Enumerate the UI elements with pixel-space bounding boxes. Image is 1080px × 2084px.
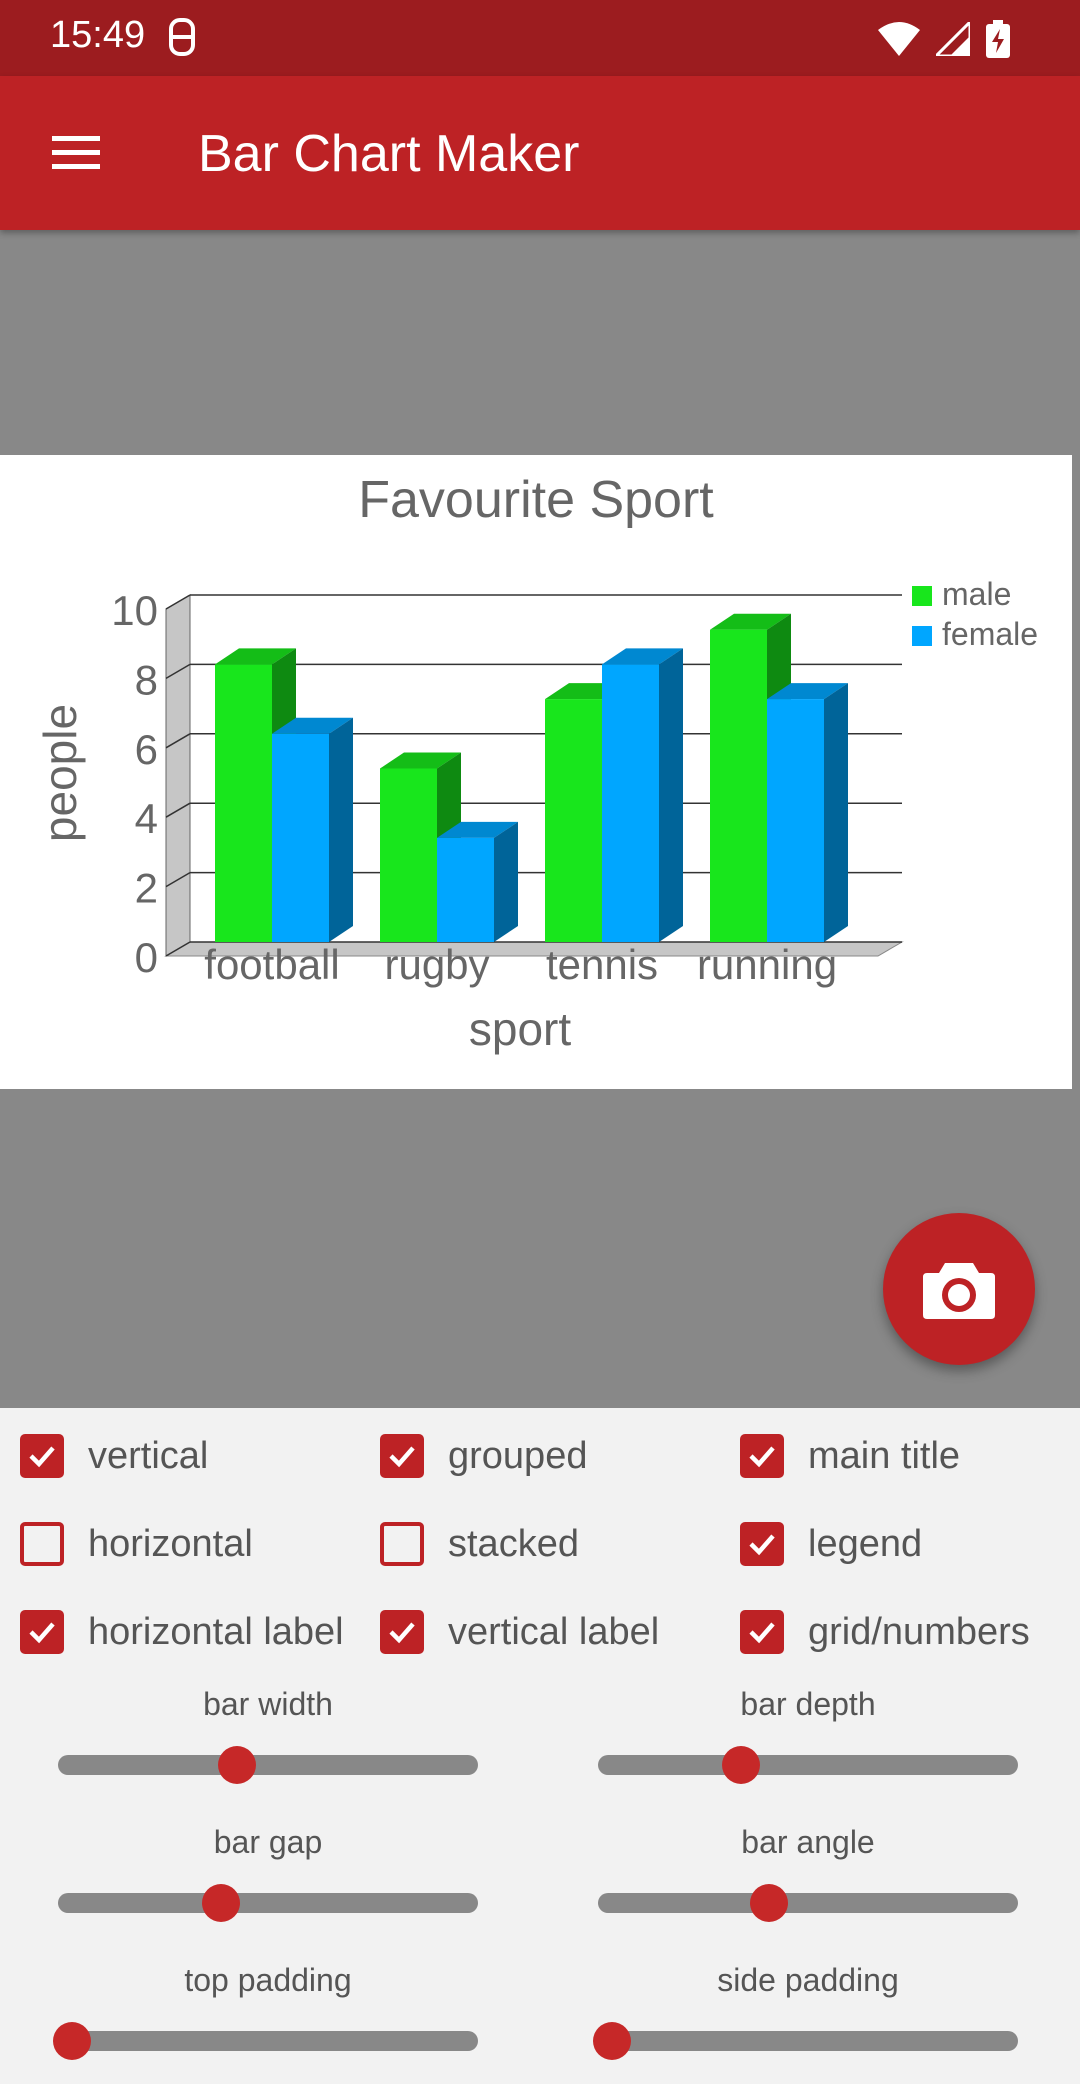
slider-bar-depth[interactable]: bar depth bbox=[598, 1686, 1018, 1796]
x-axis-label: sport bbox=[469, 1003, 571, 1055]
slider-top-padding[interactable]: top padding bbox=[53, 1962, 478, 2072]
bar-side bbox=[494, 821, 518, 942]
bar-front bbox=[602, 664, 659, 942]
checkbox-legend[interactable]: legend bbox=[740, 1512, 922, 1576]
slider-thumb[interactable] bbox=[53, 2022, 91, 2060]
slider-track[interactable] bbox=[598, 1755, 1018, 1775]
checkbox-horizontal-label[interactable]: horizontal label bbox=[20, 1600, 344, 1664]
checkbox-label: horizontal label bbox=[88, 1610, 344, 1653]
y-tick-label: 8 bbox=[135, 656, 158, 703]
slider-track[interactable] bbox=[598, 2031, 1018, 2051]
checkbox-label: stacked bbox=[448, 1522, 579, 1565]
bar-rugby-female bbox=[437, 821, 518, 942]
checkbox-checked-icon[interactable] bbox=[740, 1610, 784, 1654]
slider-track[interactable] bbox=[58, 1755, 478, 1775]
legend-label: female bbox=[942, 616, 1038, 652]
camera-button[interactable] bbox=[883, 1213, 1035, 1365]
legend-swatch bbox=[912, 586, 932, 606]
checkbox-stacked[interactable]: stacked bbox=[380, 1512, 579, 1576]
checkbox-checked-icon[interactable] bbox=[380, 1434, 424, 1478]
bar-front bbox=[272, 733, 329, 942]
slider-label: side padding bbox=[717, 1962, 899, 1998]
bar-running-female bbox=[767, 683, 848, 942]
slider-bar-angle[interactable]: bar angle bbox=[598, 1824, 1018, 1934]
status-bar: 15:49 bbox=[0, 0, 1080, 76]
chart-card: Favourite Sport 0 2 4 6 8 10 football rugby tenni… bbox=[0, 455, 1072, 1089]
checkbox-label: horizontal bbox=[88, 1522, 253, 1565]
slider-thumb[interactable] bbox=[201, 1884, 240, 1922]
chart-wall bbox=[165, 594, 191, 957]
x-tick-label: rugby bbox=[384, 941, 489, 988]
checkbox-label: legend bbox=[808, 1522, 923, 1565]
checkbox-horizontal[interactable]: horizontal bbox=[20, 1512, 253, 1576]
y-axis-label: people bbox=[34, 704, 86, 842]
slider-label: bar depth bbox=[740, 1686, 876, 1722]
checkbox-label: vertical label bbox=[448, 1610, 660, 1653]
y-tick-label: 2 bbox=[135, 865, 158, 912]
x-tick-label: football bbox=[204, 941, 339, 988]
status-time: 15:49 bbox=[50, 14, 146, 56]
battery-charging-icon bbox=[986, 20, 1010, 58]
legend-label: male bbox=[942, 576, 1011, 612]
slider-track[interactable] bbox=[58, 1893, 478, 1913]
checkbox-unchecked-icon[interactable] bbox=[380, 1522, 424, 1566]
checkbox-vertical[interactable]: vertical bbox=[20, 1424, 208, 1488]
checkbox-main-title[interactable]: main title bbox=[740, 1424, 960, 1488]
checkbox-grouped[interactable]: grouped bbox=[380, 1424, 587, 1488]
bar-front bbox=[710, 629, 767, 942]
wifi-icon bbox=[878, 22, 920, 56]
x-tick-label: tennis bbox=[546, 941, 658, 988]
bar-front bbox=[215, 664, 272, 942]
y-tick-label: 6 bbox=[135, 726, 158, 773]
bar-side bbox=[659, 648, 683, 942]
bar-front bbox=[437, 837, 494, 942]
bar-side bbox=[329, 717, 353, 942]
slider-label: bar width bbox=[203, 1686, 333, 1722]
slider-thumb[interactable] bbox=[217, 1746, 256, 1784]
slider-label: top padding bbox=[184, 1962, 352, 1998]
y-tick-label: 4 bbox=[135, 795, 158, 842]
slider-thumb[interactable] bbox=[593, 2022, 631, 2060]
legend-swatch bbox=[912, 626, 932, 646]
slider-label: bar angle bbox=[741, 1824, 875, 1860]
app-bar: Bar Chart Maker bbox=[0, 76, 1080, 230]
bar-front bbox=[380, 768, 437, 942]
app-title: Bar Chart Maker bbox=[198, 125, 580, 183]
slider-thumb[interactable] bbox=[722, 1746, 761, 1784]
checkbox-unchecked-icon[interactable] bbox=[20, 1522, 64, 1566]
slider-side-padding[interactable]: side padding bbox=[593, 1962, 1018, 2072]
checkbox-checked-icon[interactable] bbox=[740, 1434, 784, 1478]
y-tick-label: 10 bbox=[111, 587, 158, 634]
bar-front bbox=[767, 699, 824, 942]
slider-label: bar gap bbox=[213, 1824, 323, 1860]
slider-bar-width[interactable]: bar width bbox=[58, 1686, 478, 1796]
slider-thumb[interactable] bbox=[749, 1884, 788, 1922]
checkbox-checked-icon[interactable] bbox=[380, 1610, 424, 1654]
camera-icon bbox=[923, 1263, 995, 1319]
checkbox-checked-icon[interactable] bbox=[740, 1522, 784, 1566]
slider-track[interactable] bbox=[598, 1893, 1018, 1913]
slider-track[interactable] bbox=[58, 2031, 478, 2051]
checkbox-label: grouped bbox=[448, 1434, 588, 1477]
bar-tennis-female bbox=[602, 648, 683, 942]
bar-side bbox=[824, 683, 848, 942]
chart-title: Favourite Sport bbox=[358, 471, 714, 529]
checkbox-grid-numbers[interactable]: grid/numbers bbox=[740, 1600, 1030, 1664]
y-tick-label: 0 bbox=[135, 934, 158, 981]
bar-front bbox=[545, 699, 602, 942]
checkbox-label: main title bbox=[808, 1434, 961, 1477]
checkbox-vertical-label[interactable]: vertical label bbox=[380, 1600, 659, 1664]
checkbox-checked-icon[interactable] bbox=[20, 1434, 64, 1478]
signal-icon bbox=[936, 22, 970, 56]
checkbox-checked-icon[interactable] bbox=[20, 1610, 64, 1654]
x-tick-label: running bbox=[697, 941, 837, 988]
bar-football-female bbox=[272, 717, 353, 942]
hamburger-menu-icon[interactable] bbox=[44, 128, 108, 178]
checkbox-label: vertical bbox=[88, 1434, 209, 1477]
notification-icon bbox=[169, 18, 195, 56]
checkbox-label: grid/numbers bbox=[808, 1610, 1030, 1653]
slider-bar-gap[interactable]: bar gap bbox=[58, 1824, 478, 1934]
bar-chart: Favourite Sport 0 2 4 6 8 10 football rugby tenni… bbox=[34, 471, 1038, 1055]
